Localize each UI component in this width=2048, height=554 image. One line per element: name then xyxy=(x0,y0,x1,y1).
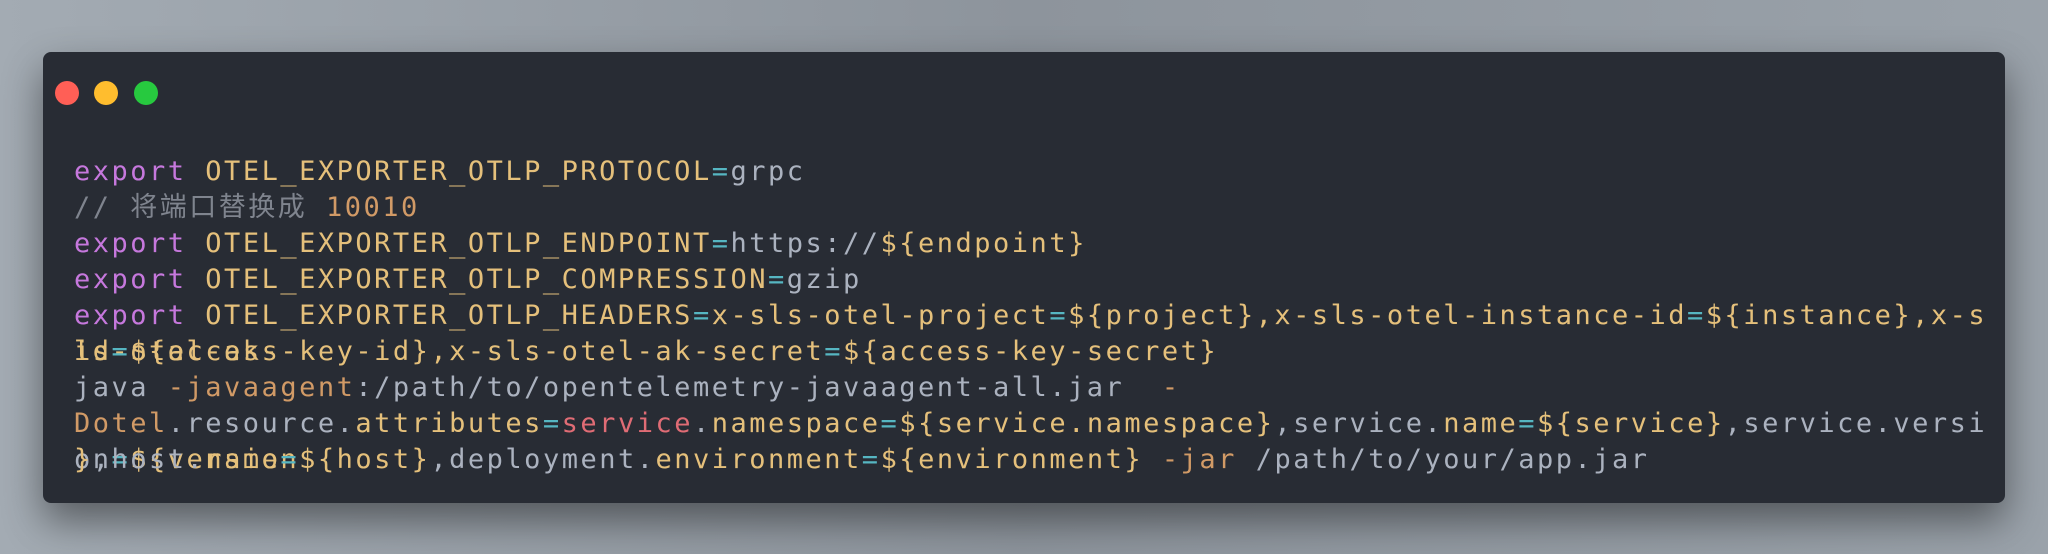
code-token: = xyxy=(1518,408,1538,439)
code-token: ${access-key-secret} xyxy=(843,336,1219,367)
code-line: export OTEL_EXPORTER_OTLP_COMPRESSION=gz… xyxy=(74,262,1994,298)
code-token: -jar xyxy=(1161,444,1237,475)
code-token: ,service. xyxy=(1274,408,1444,439)
code-token: ,deployment. xyxy=(430,444,656,475)
code-token: export xyxy=(74,300,187,331)
code-line: },host.name=${host},deployment.environme… xyxy=(74,442,1994,478)
code-token: 10010 xyxy=(326,192,420,223)
code-token: ${service.namespace} xyxy=(899,408,1275,439)
code-token: namespace xyxy=(711,408,881,439)
code-token: name xyxy=(1443,408,1519,439)
code-token: - xyxy=(1161,372,1181,403)
code-token: = xyxy=(767,264,787,295)
code-token: = xyxy=(711,228,731,259)
code-token: = xyxy=(1687,300,1706,331)
code-token: = xyxy=(280,444,300,475)
code-token: /path/to/your/app.jar xyxy=(1236,444,1650,475)
code-line: java -javaagent:/path/to/opentelemetry-j… xyxy=(74,370,1994,406)
code-token: -javaagent xyxy=(167,372,356,403)
code-token: OTEL_EXPORTER_OTLP_COMPRESSION xyxy=(186,264,768,295)
code-token: . xyxy=(692,408,712,439)
close-button-icon[interactable] xyxy=(55,81,79,105)
code-line: // 将端口替换成 10010 xyxy=(74,190,1994,226)
code-token: = xyxy=(111,336,131,367)
code-token: :/path/to/opentelemetry-javaagent-all.ja… xyxy=(355,372,1162,403)
code-token: ${host} xyxy=(299,444,431,475)
code-token: ${access-key-id},x-sls-otel-ak-secret xyxy=(130,336,825,367)
code-token: export xyxy=(74,228,187,259)
code-line: export OTEL_EXPORTER_OTLP_HEADERS=x-sls-… xyxy=(74,298,1994,367)
code-token: environment xyxy=(655,444,862,475)
code-token: ,host. xyxy=(92,444,206,475)
code-token: = xyxy=(861,444,881,475)
code-line: id=${access-key-id},x-sls-otel-ak-secret… xyxy=(74,334,1994,370)
code-token: .resource. xyxy=(167,408,356,439)
minimize-button-icon[interactable] xyxy=(94,81,118,105)
code-token: = xyxy=(880,408,900,439)
code-token: x-sls-otel-project xyxy=(711,300,1050,331)
code-token: ${endpoint} xyxy=(880,228,1087,259)
code-token: ${environment} xyxy=(880,444,1144,475)
code-token: = xyxy=(824,336,843,367)
code-block: export OTEL_EXPORTER_OTLP_PROTOCOL=grpc /… xyxy=(74,154,1994,478)
code-token: ${service} xyxy=(1537,408,1725,439)
code-token: = xyxy=(711,156,731,187)
code-token: OTEL_EXPORTER_OTLP_ENDPOINT xyxy=(186,228,712,259)
maximize-button-icon[interactable] xyxy=(134,81,158,105)
code-token: Dotel xyxy=(74,408,168,439)
code-token: ${project},x-sls-otel-instance-id xyxy=(1068,300,1688,331)
code-token: grpc xyxy=(730,156,806,187)
code-token: } xyxy=(74,444,93,475)
code-token: service xyxy=(561,408,693,439)
code-line: Dotel.resource.attributes=service.namesp… xyxy=(74,406,1994,475)
code-line: export OTEL_EXPORTER_OTLP_PROTOCOL=grpc xyxy=(74,154,1994,190)
code-token: OTEL_EXPORTER_OTLP_PROTOCOL xyxy=(186,156,712,187)
code-token: = xyxy=(692,300,712,331)
code-token: gzip xyxy=(786,264,862,295)
code-line: export OTEL_EXPORTER_OTLP_ENDPOINT=https… xyxy=(74,226,1994,262)
code-token: export xyxy=(74,264,187,295)
code-token: https:// xyxy=(730,228,881,259)
code-token: = xyxy=(542,408,562,439)
code-token: OTEL_EXPORTER_OTLP_HEADERS xyxy=(186,300,693,331)
code-token: = xyxy=(1049,300,1069,331)
code-token: java xyxy=(74,372,168,403)
code-token: id xyxy=(74,336,112,367)
code-token: attributes xyxy=(355,408,543,439)
code-token: name xyxy=(205,444,281,475)
code-token: export xyxy=(74,156,187,187)
code-token: // 将端口替换成 xyxy=(74,192,327,223)
